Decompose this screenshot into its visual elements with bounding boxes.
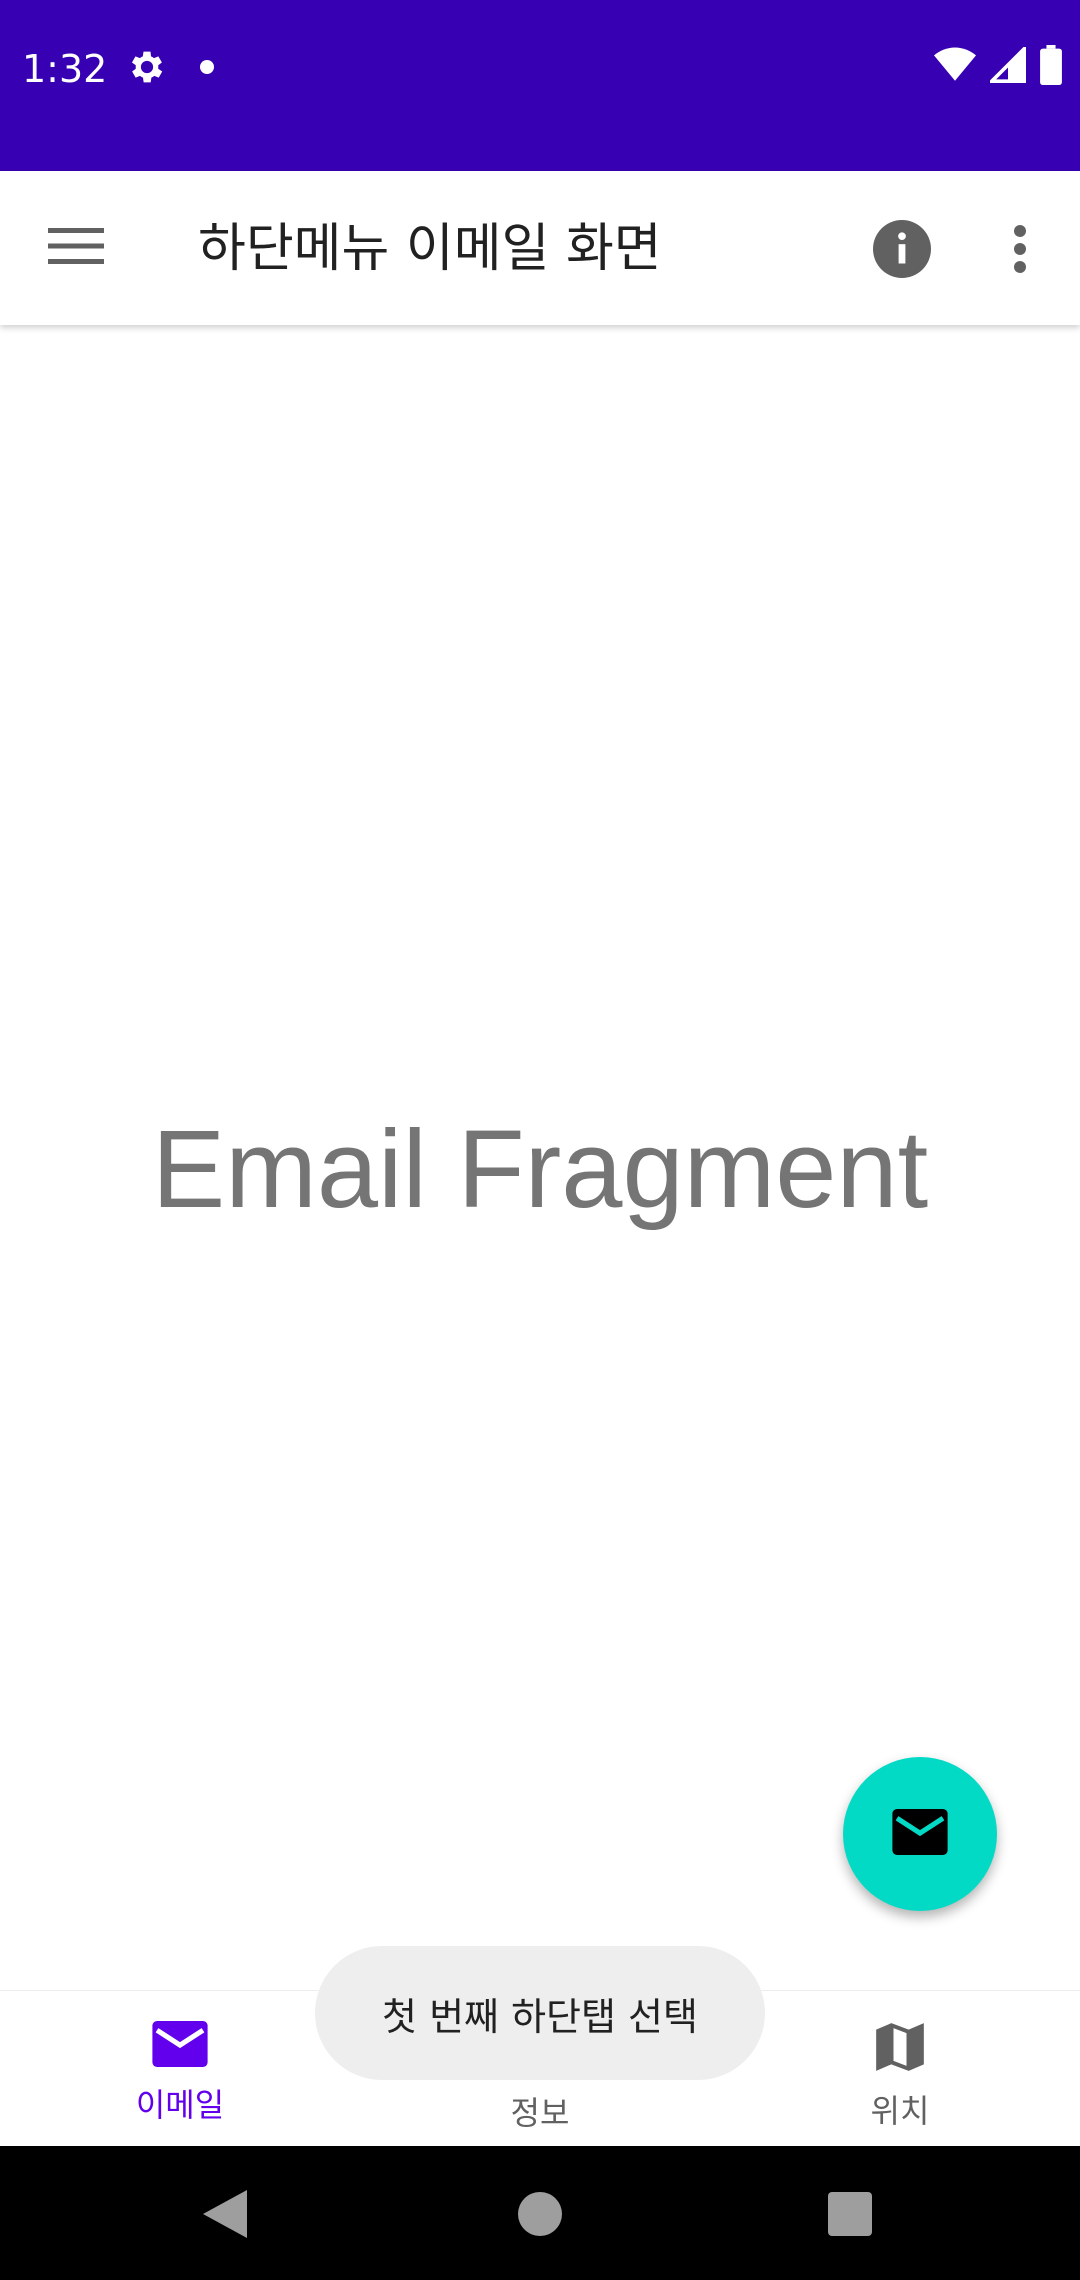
toast-text: 첫 번째 하단탭 선택 xyxy=(382,1994,698,2039)
recents-button[interactable] xyxy=(820,2186,880,2246)
fragment-text: Email Fragment xyxy=(151,1108,929,1231)
bottom-nav-info-label: 정보 xyxy=(510,2094,570,2132)
email-icon xyxy=(152,2021,208,2071)
home-icon xyxy=(518,2192,562,2240)
status-icons xyxy=(934,44,1062,89)
map-icon xyxy=(874,2021,926,2077)
back-icon xyxy=(203,2190,247,2242)
back-button[interactable] xyxy=(195,2186,255,2246)
battery-icon xyxy=(1040,45,1062,89)
wifi-icon xyxy=(934,47,976,87)
status-time: 1:32 xyxy=(22,47,108,91)
menu-button[interactable] xyxy=(36,214,116,282)
bottom-nav-location[interactable]: 위치 xyxy=(720,1991,1080,2147)
overflow-menu-button[interactable] xyxy=(980,211,1060,291)
bottom-nav-email-label: 이메일 xyxy=(135,2086,225,2124)
home-button[interactable] xyxy=(510,2186,570,2246)
more-vert-icon xyxy=(1013,225,1027,277)
info-icon xyxy=(873,220,931,282)
email-icon xyxy=(892,1809,948,1859)
toast-message: 첫 번째 하단탭 선택 xyxy=(315,1946,765,2080)
menu-icon xyxy=(48,226,104,270)
bottom-nav-location-label: 위치 xyxy=(870,2092,930,2130)
system-navigation-bar xyxy=(0,2146,1080,2280)
settings-icon xyxy=(126,46,168,88)
recents-icon xyxy=(828,2192,872,2240)
info-button[interactable] xyxy=(862,211,942,291)
compose-email-fab[interactable] xyxy=(843,1757,997,1911)
app-bar: 하단메뉴 이메일 화면 xyxy=(0,171,1080,325)
signal-icon xyxy=(987,44,1026,87)
notification-dot-icon xyxy=(200,60,214,74)
fragment-container: Email Fragment xyxy=(0,325,1080,1990)
bottom-nav-email[interactable]: 이메일 xyxy=(0,1991,360,2147)
status-bar: 1:32 xyxy=(0,0,1080,171)
page-title: 하단메뉴 이메일 화면 xyxy=(198,219,662,279)
